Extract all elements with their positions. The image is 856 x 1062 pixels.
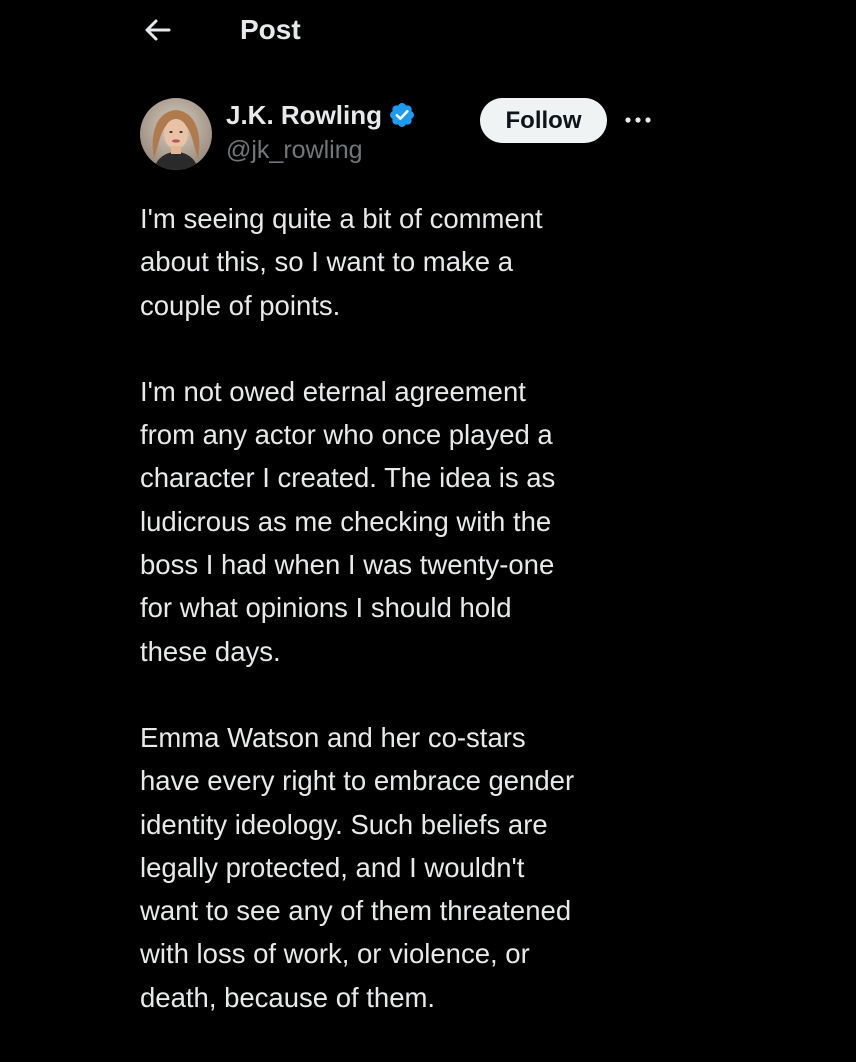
post-line: Emma Watson and her co-stars bbox=[140, 721, 526, 753]
post-line: these days. bbox=[140, 635, 281, 667]
back-button[interactable] bbox=[140, 12, 176, 48]
post-line: with loss of work, or violence, or bbox=[140, 938, 530, 970]
post-paragraph: Emma Watson and her co-stars have every … bbox=[140, 716, 700, 1019]
post-line: I'm not owed eternal agreement bbox=[140, 375, 526, 407]
avatar[interactable] bbox=[140, 98, 212, 170]
post-line: about this, so I want to make a bbox=[140, 246, 513, 278]
post-line: have every right to embrace gender bbox=[140, 765, 575, 797]
post-line: for what opinions I should hold bbox=[140, 592, 512, 624]
handle[interactable]: @jk_rowling bbox=[226, 134, 416, 166]
post-line: character I created. The idea is as bbox=[140, 462, 556, 494]
display-name[interactable]: J.K. Rowling bbox=[226, 100, 382, 131]
top-bar: Post bbox=[0, 0, 856, 62]
author-info: J.K. Rowling @jk_rowling bbox=[226, 96, 416, 166]
post-line: I'm seeing quite a bit of comment bbox=[140, 203, 543, 234]
post-line: couple of points. bbox=[140, 289, 341, 321]
verified-badge-icon[interactable] bbox=[388, 101, 416, 129]
post-paragraph: I'm not owed eternal agreement from any … bbox=[140, 370, 700, 673]
author-row: J.K. Rowling @jk_rowling Follow bbox=[0, 92, 856, 176]
post-paragraph: I'm seeing quite a bit of comment about … bbox=[140, 197, 700, 327]
post-body: I'm seeing quite a bit of comment about … bbox=[140, 197, 700, 1062]
post-line: ludicrous as me checking with the bbox=[140, 505, 552, 537]
page-title: Post bbox=[240, 14, 301, 45]
post-line: from any actor who once played a bbox=[140, 419, 553, 451]
post-line: want to see any of them threatened bbox=[140, 895, 572, 927]
name-line: J.K. Rowling bbox=[226, 96, 416, 134]
more-horizontal-icon bbox=[623, 115, 653, 125]
post-line: death, because of them. bbox=[140, 981, 436, 1013]
post-line: identity ideology. Such beliefs are bbox=[140, 808, 548, 840]
arrow-left-icon bbox=[140, 12, 176, 48]
follow-button[interactable]: Follow bbox=[480, 98, 607, 143]
post-line: legally protected, and I wouldn't bbox=[140, 851, 525, 883]
more-button[interactable] bbox=[620, 104, 656, 136]
post-line: boss I had when I was twenty-one bbox=[140, 549, 555, 581]
